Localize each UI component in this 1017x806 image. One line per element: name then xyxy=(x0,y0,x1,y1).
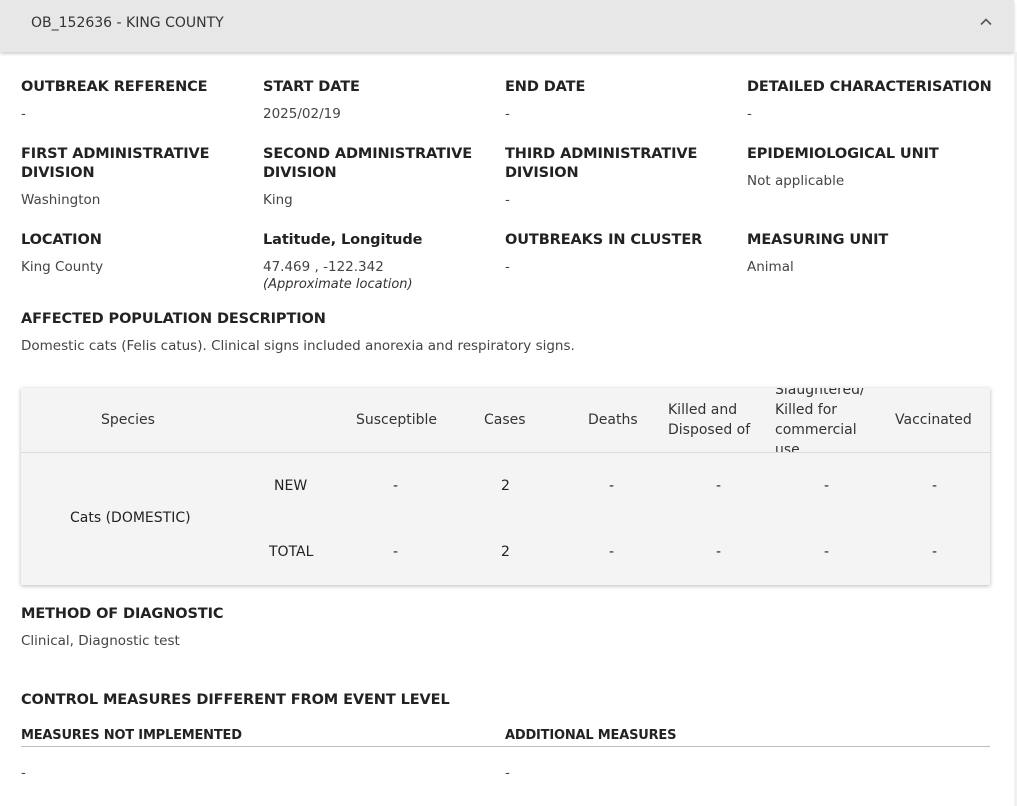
field-value: - xyxy=(505,259,510,275)
field-value: - xyxy=(505,192,510,208)
field-detailed-characterisation: DETAILED CHARACTERISATION - xyxy=(747,78,997,123)
field-end-date: END DATE - xyxy=(505,78,741,123)
field-outbreak-reference: OUTBREAK REFERENCE - xyxy=(21,78,257,123)
measures-not-implemented-value: - xyxy=(21,765,26,781)
cell-slaughtered: - xyxy=(824,544,830,560)
field-value: Animal xyxy=(747,259,794,275)
header-susceptible: Susceptible xyxy=(356,412,438,428)
row-type: TOTAL xyxy=(269,544,314,560)
row-type: NEW xyxy=(274,478,308,494)
cell-killed: - xyxy=(716,478,722,494)
field-label: Latitude, Longitude xyxy=(263,232,423,248)
cell-susceptible: - xyxy=(393,478,399,494)
field-label: START DATE xyxy=(263,79,360,95)
diagnostic-label: METHOD OF DIAGNOSTIC xyxy=(21,606,224,622)
measures-not-implemented-label: MEASURES NOT IMPLEMENTED xyxy=(21,728,242,743)
diagnostic-value: Clinical, Diagnostic test xyxy=(21,633,180,649)
field-label: OUTBREAKS IN CLUSTER xyxy=(505,232,703,248)
cell-killed: - xyxy=(716,544,722,560)
cell-vaccinated: - xyxy=(932,478,938,494)
approximate-location-note: (Approximate location) xyxy=(263,277,413,292)
outbreak-panel-header[interactable]: OB_152636 - KING COUNTY xyxy=(0,0,1014,52)
species-table: Species Susceptible Cases Deaths Killed … xyxy=(21,388,990,585)
field-value: - xyxy=(505,106,510,122)
cell-deaths: - xyxy=(609,478,615,494)
additional-measures-value: - xyxy=(505,765,510,781)
cell-vaccinated: - xyxy=(932,544,938,560)
header-species: Species xyxy=(101,412,155,428)
species-name: Cats (DOMESTIC) xyxy=(70,510,191,526)
field-value: King xyxy=(263,192,293,208)
field-label: LOCATION xyxy=(21,232,102,248)
field-label: FIRST ADMINISTRATIVE DIVISION xyxy=(21,146,210,181)
divider xyxy=(21,746,990,747)
field-value: - xyxy=(21,106,26,122)
field-value: King County xyxy=(21,259,104,275)
chevron-up-icon[interactable] xyxy=(978,14,994,30)
diagnostic-section: METHOD OF DIAGNOSTIC Clinical, Diagnosti… xyxy=(21,605,621,650)
field-value: Not applicable xyxy=(747,173,845,189)
additional-measures-label: ADDITIONAL MEASURES xyxy=(505,728,677,743)
field-value: - xyxy=(747,106,752,122)
cell-deaths: - xyxy=(609,544,615,560)
cell-cases: 2 xyxy=(501,544,510,560)
cell-cases: 2 xyxy=(501,478,510,494)
field-label: DETAILED CHARACTERISATION xyxy=(747,79,992,95)
affected-population-value: Domestic cats (Felis catus). Clinical si… xyxy=(21,338,575,354)
field-outbreaks-in-cluster: OUTBREAKS IN CLUSTER - xyxy=(505,231,741,276)
field-lat-long: Latitude, Longitude 47.469 , -122.342 (A… xyxy=(263,231,499,294)
header-slaughtered: Slaughtered/ Killed for commercial use xyxy=(775,388,865,453)
header-deaths: Deaths xyxy=(588,412,638,428)
field-label: SECOND ADMINISTRATIVE DIVISION xyxy=(263,146,473,181)
field-value: Washington xyxy=(21,192,101,208)
field-label: THIRD ADMINISTRATIVE DIVISION xyxy=(505,146,698,181)
field-second-admin-division: SECOND ADMINISTRATIVE DIVISION King xyxy=(263,145,475,209)
cell-slaughtered: - xyxy=(824,478,830,494)
control-measures-title: CONTROL MEASURES DIFFERENT FROM EVENT LE… xyxy=(21,692,450,708)
field-first-admin-division: FIRST ADMINISTRATIVE DIVISION Washington xyxy=(21,145,226,209)
field-measuring-unit: MEASURING UNIT Animal xyxy=(747,231,983,276)
outbreak-title: OB_152636 - KING COUNTY xyxy=(31,15,224,31)
field-value: 47.469 , -122.342 xyxy=(263,259,384,275)
field-value: 2025/02/19 xyxy=(263,106,341,122)
field-start-date: START DATE 2025/02/19 xyxy=(263,78,499,123)
header-cases: Cases xyxy=(484,412,526,428)
affected-population-label: AFFECTED POPULATION DESCRIPTION xyxy=(21,311,326,327)
field-third-admin-division: THIRD ADMINISTRATIVE DIVISION - xyxy=(505,145,710,209)
cell-susceptible: - xyxy=(393,544,399,560)
field-location: LOCATION King County xyxy=(21,231,257,276)
field-label: END DATE xyxy=(505,79,586,95)
affected-population-section: AFFECTED POPULATION DESCRIPTION Domestic… xyxy=(21,310,990,355)
field-label: OUTBREAK REFERENCE xyxy=(21,79,208,95)
field-label: EPIDEMIOLOGICAL UNIT xyxy=(747,146,939,162)
header-vaccinated: Vaccinated xyxy=(895,412,972,428)
header-killed-disposed: Killed and Disposed of xyxy=(668,402,751,438)
field-epidemiological-unit: EPIDEMIOLOGICAL UNIT Not applicable xyxy=(747,145,983,190)
field-label: MEASURING UNIT xyxy=(747,232,889,248)
table-header-row: Species Susceptible Cases Deaths Killed … xyxy=(21,388,990,453)
